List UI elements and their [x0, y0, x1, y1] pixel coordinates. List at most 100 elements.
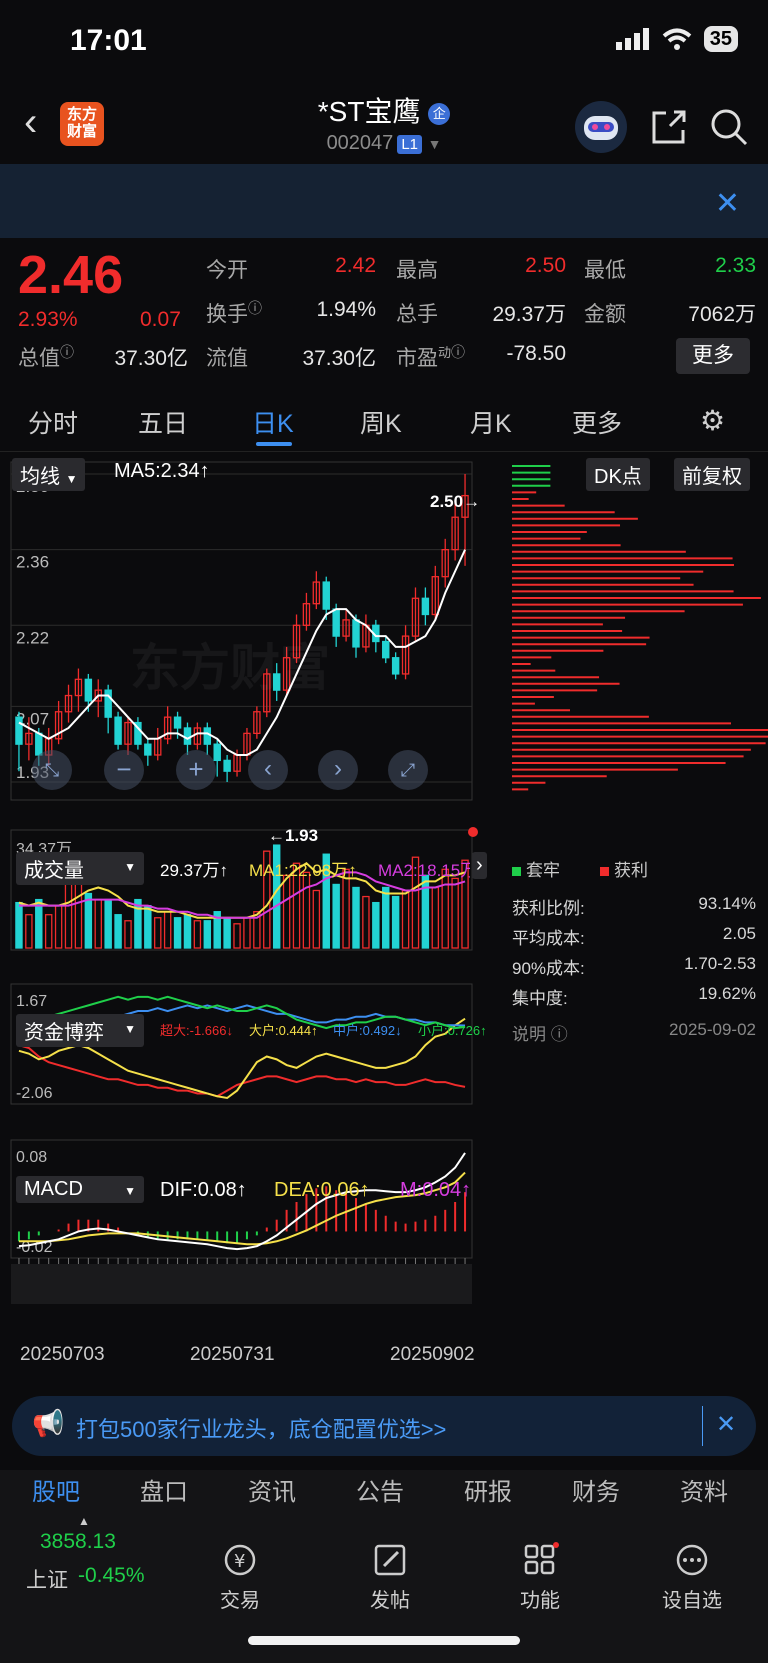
turnover-value: 1.94% — [316, 298, 376, 321]
low-marker: ←1.93 — [268, 826, 319, 845]
fund-big-readout: 大户:0.444↑ — [249, 1023, 318, 1038]
volume-value: 29.37万 — [492, 303, 566, 326]
fullscreen-icon[interactable]: ⤢ — [388, 750, 428, 790]
more-button[interactable]: 更多 — [676, 338, 750, 374]
tab-more[interactable]: 更多 — [572, 404, 622, 440]
nav-trade[interactable]: ¥ 交易 — [190, 1542, 290, 1613]
candle-body — [382, 640, 390, 659]
high-marker: 2.50→ — [430, 492, 481, 511]
chevron-down-icon[interactable]: ▼ — [428, 136, 442, 152]
promo-text[interactable]: 打包500家行业龙头，底仓配置优选>> — [76, 1412, 446, 1444]
live-dot — [468, 827, 478, 837]
tab-pankou[interactable]: 盘口 — [140, 1472, 188, 1507]
tab-guba[interactable]: 股吧 — [32, 1472, 80, 1507]
chip-note-row: 说明 ⓘ 2025-09-02 — [512, 1020, 756, 1045]
tab-monthly-k[interactable]: 月K — [470, 404, 512, 440]
macd-indicator-label: MACD — [24, 1178, 83, 1200]
status-icons: 35 — [615, 26, 738, 52]
scroll-right-icon[interactable]: › — [318, 750, 358, 790]
volume-bar — [451, 877, 459, 949]
pe-sup: 动 — [438, 345, 452, 360]
volume-bar — [431, 886, 440, 949]
chip-legend-profit: 获利 — [600, 856, 648, 881]
caret-up-icon: ▲ — [78, 1514, 90, 1528]
tab-five-day[interactable]: 五日 — [138, 404, 188, 440]
stock-header: ‹ 东方 财富 *ST宝鹰 企 002047 L1 ▼ — [0, 84, 768, 164]
volume-bar — [401, 889, 410, 949]
caret-down-icon: ▼ — [65, 472, 78, 486]
index-change[interactable]: -0.45% — [78, 1564, 145, 1588]
ma-indicator-label: 均线 — [20, 466, 60, 488]
caret-down-icon: ▼ — [124, 860, 136, 874]
macd-indicator-dropdown[interactable]: MACD ▼ — [16, 1176, 144, 1203]
chip-value: 1.70-2.53 — [684, 954, 756, 973]
volume-bar — [441, 868, 449, 949]
candle-body — [104, 689, 112, 718]
volume-bar — [193, 920, 202, 949]
level-badge[interactable]: L1 — [397, 135, 422, 154]
candle-body — [84, 678, 93, 702]
share-icon[interactable] — [650, 108, 688, 146]
dk-point-button[interactable]: DK点 — [586, 458, 650, 491]
divider — [702, 1406, 703, 1446]
ma-indicator-dropdown[interactable]: 均线 ▼ — [12, 458, 86, 491]
volume-bar — [35, 898, 43, 949]
quote-panel: 2.46 2.93% 0.07 今开 2.42 最高 2.50 最低 2.33 … — [0, 238, 768, 378]
fund-indicator-label: 资金博弈 — [24, 1022, 104, 1044]
chip-row-profit-ratio: 获利比例: 93.14% — [512, 894, 756, 919]
more-dots-icon[interactable]: ⓘ — [248, 300, 262, 316]
chip-label: 集中度: — [512, 989, 568, 1008]
date-label-mid: 20250731 — [190, 1344, 275, 1365]
volume-bar — [282, 874, 291, 949]
clock: 17:01 — [70, 24, 147, 57]
promo-bar[interactable]: 📢 打包500家行业龙头，底仓配置优选>> ✕ — [12, 1396, 756, 1456]
nav-functions[interactable]: 功能 — [490, 1542, 590, 1613]
candle-body — [322, 581, 330, 610]
volume-indicator-dropdown[interactable]: 成交量 ▼ — [16, 852, 144, 885]
fund-indicator-dropdown[interactable]: 资金博弈 ▼ — [16, 1014, 144, 1047]
candle-body — [203, 727, 212, 745]
index-name[interactable]: 上证 — [26, 1564, 68, 1594]
tab-finance[interactable]: 财务 — [572, 1472, 620, 1507]
info-icon[interactable]: ⓘ — [451, 344, 465, 360]
y-tick-label: 2.22 — [16, 628, 49, 647]
zoom-in-icon[interactable]: + — [176, 750, 216, 790]
tab-announcements[interactable]: 公告 — [356, 1472, 404, 1507]
nav-label: 交易 — [220, 1590, 260, 1612]
tab-profile[interactable]: 资料 — [680, 1472, 728, 1507]
tab-research[interactable]: 研报 — [464, 1472, 512, 1507]
candle-body — [332, 608, 340, 637]
y-tick-label: 2.36 — [16, 553, 49, 572]
tab-daily-k[interactable]: 日K — [252, 404, 294, 440]
open-label: 今开 — [206, 259, 248, 282]
index-value[interactable]: 3858.13 — [40, 1530, 116, 1554]
chip-row-concentration: 集中度: 19.62% — [512, 984, 756, 1009]
nav-post[interactable]: 发帖 — [340, 1542, 440, 1613]
nav-add-watchlist[interactable]: 设自选 — [642, 1542, 742, 1613]
volume-bar — [342, 868, 350, 949]
chip-row-avg-cost: 平均成本: 2.05 — [512, 924, 756, 949]
tab-intraday[interactable]: 分时 — [28, 404, 78, 440]
tab-weekly-k[interactable]: 周K — [360, 404, 402, 440]
chart-area: 2.502.362.222.071.9334.37万1.67-2.060.08-… — [0, 452, 768, 1382]
chip-note-link[interactable]: 说明 ⓘ — [512, 1020, 568, 1045]
info-icon[interactable]: ⓘ — [60, 344, 74, 360]
volume-bar — [302, 871, 311, 949]
scroll-left-icon[interactable]: ‹ — [248, 750, 288, 790]
home-indicator[interactable] — [248, 1636, 520, 1645]
settings-gear-icon[interactable]: ⚙ — [700, 404, 725, 437]
close-icon[interactable]: ✕ — [715, 186, 740, 221]
volume-bar — [144, 904, 152, 949]
candle-body — [223, 759, 231, 772]
trade-icon: ¥ — [224, 1544, 256, 1576]
search-icon[interactable] — [710, 108, 748, 146]
close-icon[interactable]: ✕ — [716, 1410, 736, 1439]
robot-assistant-icon[interactable] — [574, 100, 628, 154]
chevron-right-icon[interactable]: › — [472, 852, 487, 879]
zoom-out-icon[interactable]: − — [104, 750, 144, 790]
zoom-reset-icon[interactable]: ⤡ — [32, 750, 72, 790]
pe-value: -78.50 — [506, 342, 566, 365]
adjust-button[interactable]: 前复权 — [674, 458, 750, 491]
tab-news[interactable]: 资讯 — [248, 1472, 296, 1507]
fund-y-tick: -2.06 — [16, 1085, 53, 1102]
